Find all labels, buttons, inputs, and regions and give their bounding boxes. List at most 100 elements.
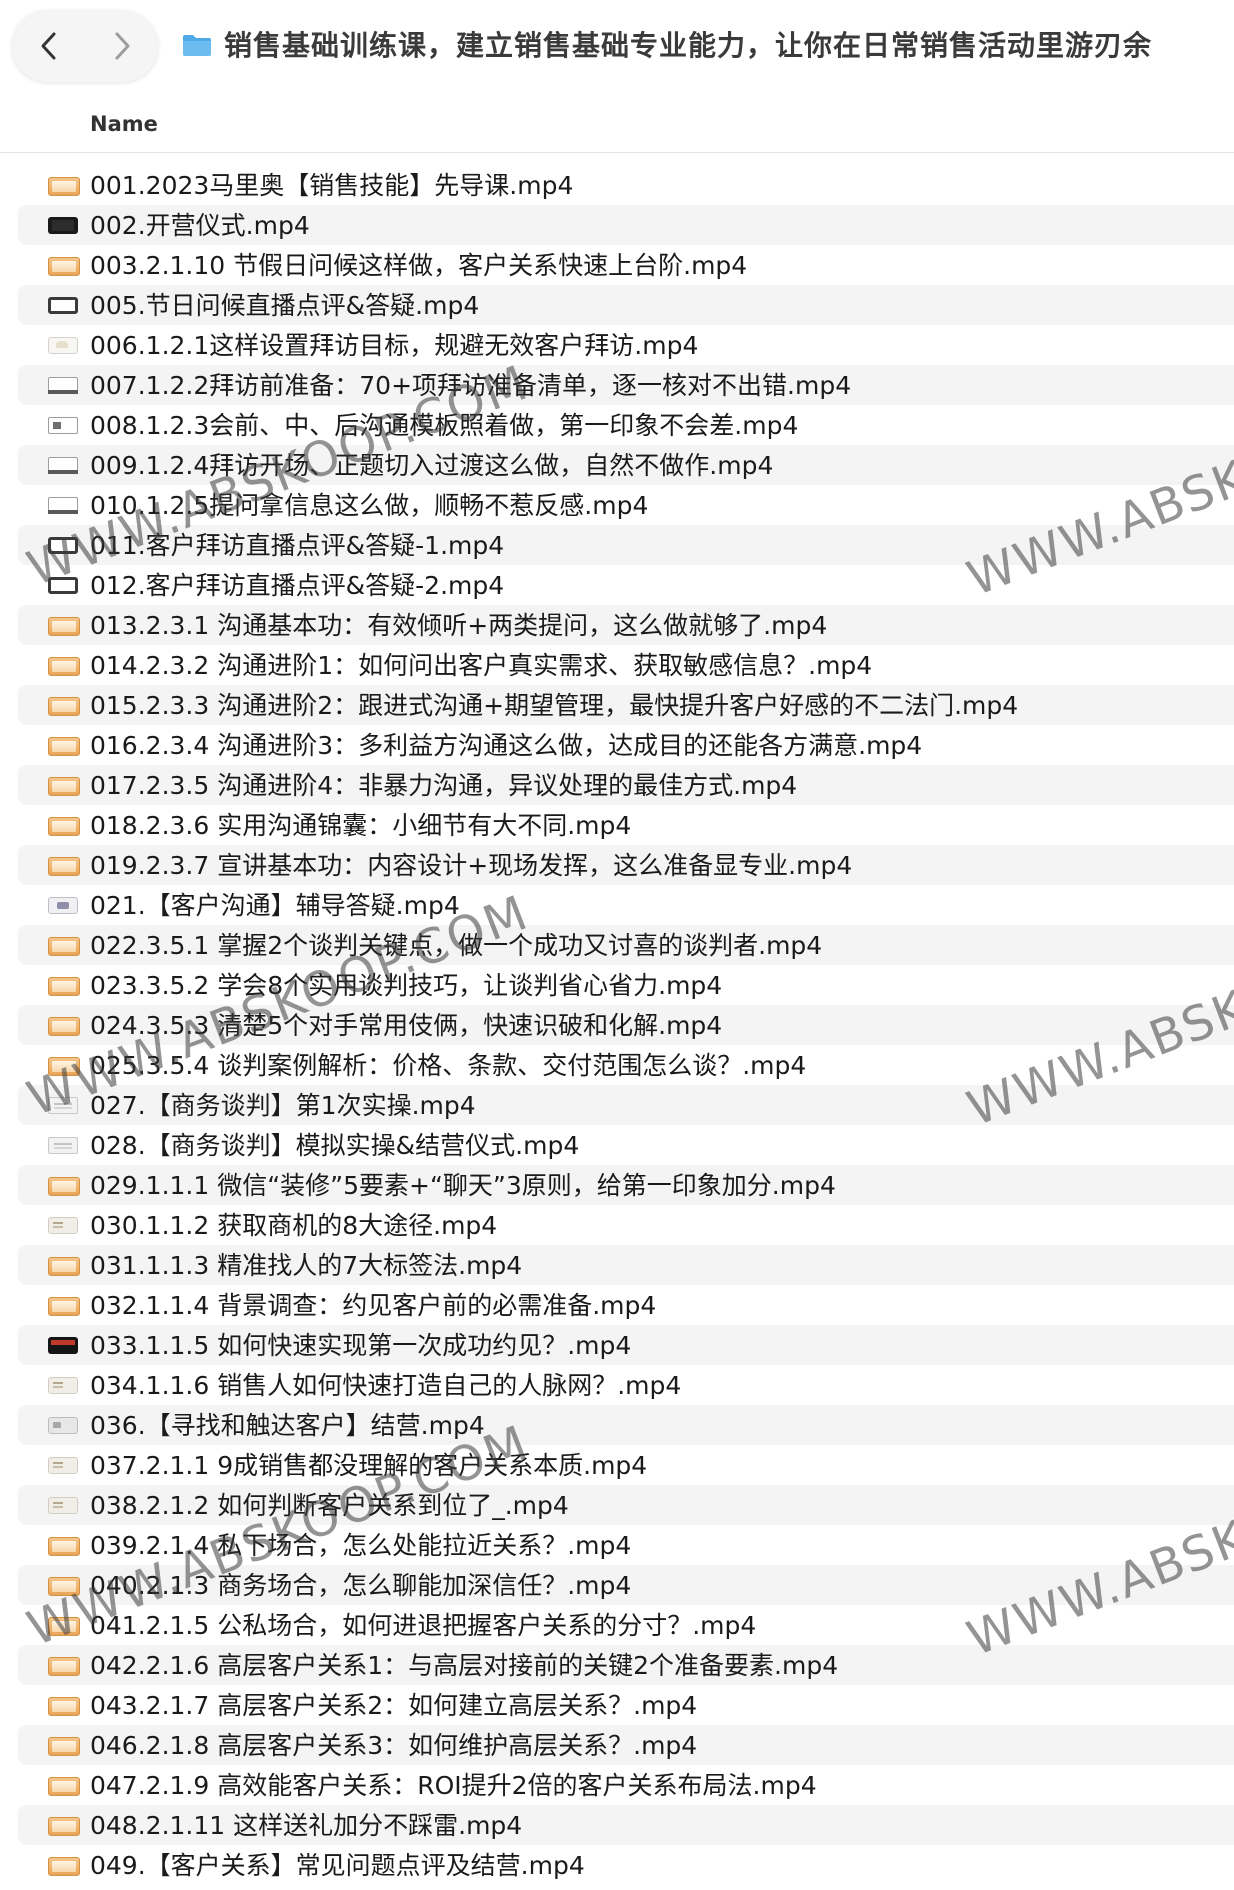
file-row[interactable]: 012.客户拜访直播点评&答疑-2.mp4 [18,565,1234,605]
file-row[interactable]: 027.【商务谈判】第1次实操.mp4 [18,1085,1234,1125]
file-name: 043.2.1.7 高层客户关系2：如何建立高层关系？.mp4 [90,1691,698,1720]
file-row[interactable]: 002.开营仪式.mp4 [18,205,1234,245]
framed-video-icon [48,577,78,594]
back-button[interactable] [12,10,85,82]
file-row[interactable]: 047.2.1.9 高效能客户关系：ROI提升2倍的客户关系布局法.mp4 [18,1765,1234,1805]
file-name: 037.2.1.1 9成销售都没理解的客户关系本质.mp4 [90,1451,648,1480]
file-row[interactable]: 009.1.2.4拜访开场、正题切入过渡这么做，自然不做作.mp4 [18,445,1234,485]
file-row[interactable]: 019.2.3.7 宣讲基本功：内容设计+现场发挥，这么准备显专业.mp4 [18,845,1234,885]
file-name: 005.节日问候直播点评&答疑.mp4 [90,291,480,320]
video-icon [48,937,80,956]
video-icon [48,1697,80,1716]
file-row[interactable]: 049.【客户关系】常见问题点评及结营.mp4 [18,1845,1234,1885]
file-row[interactable]: 043.2.1.7 高层客户关系2：如何建立高层关系？.mp4 [18,1685,1234,1725]
light-video-icon [48,1417,78,1434]
video-icon [48,257,80,276]
video-icon [48,1777,80,1796]
file-row[interactable]: 042.2.1.6 高层客户关系1：与高层对接前的关键2个准备要素.mp4 [18,1645,1234,1685]
video-icon [48,1617,80,1636]
pale-video-icon [48,1497,78,1514]
file-name: 031.1.1.3 精准找人的7大标签法.mp4 [90,1251,523,1280]
file-name: 008.1.2.3会前、中、后沟通模板照着做，第一印象不会差.mp4 [90,411,799,440]
file-name: 041.2.1.5 公私场合，如何进退把握客户关系的分寸？.mp4 [90,1611,757,1640]
file-row[interactable]: 034.1.1.6 销售人如何快速打造自己的人脉网？.mp4 [18,1365,1234,1405]
file-row[interactable]: 046.2.1.8 高层客户关系3：如何维护高层关系？.mp4 [18,1725,1234,1765]
file-row[interactable]: 017.2.3.5 沟通进阶4：非暴力沟通，异议处理的最佳方式.mp4 [18,765,1234,805]
file-row[interactable]: 024.3.5.3 清楚5个对手常用伎俩，快速识破和化解.mp4 [18,1005,1234,1045]
navigation-buttons [12,10,158,82]
file-row[interactable]: 014.2.3.2 沟通进阶1：如何问出客户真实需求、获取敏感信息？.mp4 [18,645,1234,685]
file-row[interactable]: 039.2.1.4 私下场合，怎么处能拉近关系？.mp4 [18,1525,1234,1565]
paper-video-icon [48,497,78,514]
file-row[interactable]: 040.2.1.3 商务场合，怎么聊能加深信任？.mp4 [18,1565,1234,1605]
file-row[interactable]: 018.2.3.6 实用沟通锦囊：小细节有大不同.mp4 [18,805,1234,845]
video-icon [48,737,80,756]
framed-video-icon [48,297,78,314]
video-icon [48,1297,80,1316]
file-name: 018.2.3.6 实用沟通锦囊：小细节有大不同.mp4 [90,811,632,840]
finder-window: 销售基础训练课，建立销售基础专业能力，让你在日常销售活动里游刃余 Name 00… [0,0,1234,1890]
file-row[interactable]: 021.【客户沟通】辅导答疑.mp4 [18,885,1234,925]
video-icon [48,777,80,796]
file-row[interactable]: 028.【商务谈判】模拟实操&结营仪式.mp4 [18,1125,1234,1165]
file-name: 048.2.1.11 这样送礼加分不踩雷.mp4 [90,1811,523,1840]
column-header-name[interactable]: Name [90,112,158,136]
file-name: 029.1.1.1 微信“装修”5要素+“聊天”3原则，给第一印象加分.mp4 [90,1171,836,1200]
file-name: 049.【客户关系】常见问题点评及结营.mp4 [90,1851,585,1880]
pale-video-icon [48,1217,78,1234]
file-row[interactable]: 037.2.1.1 9成销售都没理解的客户关系本质.mp4 [18,1445,1234,1485]
file-row[interactable]: 001.2023马里奥【销售技能】先导课.mp4 [18,165,1234,205]
window-title: 销售基础训练课，建立销售基础专业能力，让你在日常销售活动里游刃余 [224,29,1153,62]
file-row[interactable]: 006.1.2.1这样设置拜访目标，规避无效客户拜访.mp4 [18,325,1234,365]
file-row[interactable]: 023.3.5.2 学会8个实用谈判技巧，让谈判省心省力.mp4 [18,965,1234,1005]
file-row[interactable]: 041.2.1.5 公私场合，如何进退把握客户关系的分寸？.mp4 [18,1605,1234,1645]
paper-video-icon [48,457,78,474]
file-name: 017.2.3.5 沟通进阶4：非暴力沟通，异议处理的最佳方式.mp4 [90,771,798,800]
video-icon [48,1177,80,1196]
file-name: 024.3.5.3 清楚5个对手常用伎俩，快速识破和化解.mp4 [90,1011,723,1040]
file-row[interactable]: 036.【寻找和触达客户】结营.mp4 [18,1405,1234,1445]
file-row[interactable]: 016.2.3.4 沟通进阶3：多利益方沟通这么做，达成目的还能各方满意.mp4 [18,725,1234,765]
file-row[interactable]: 011.客户拜访直播点评&答疑-1.mp4 [18,525,1234,565]
file-row[interactable]: 048.2.1.11 这样送礼加分不踩雷.mp4 [18,1805,1234,1845]
column-header: Name [0,96,1234,153]
file-row[interactable]: 031.1.1.3 精准找人的7大标签法.mp4 [18,1245,1234,1285]
file-name: 025.3.5.4 谈判案例解析：价格、条款、交付范围怎么谈？.mp4 [90,1051,807,1080]
file-row[interactable]: 025.3.5.4 谈判案例解析：价格、条款、交付范围怎么谈？.mp4 [18,1045,1234,1085]
slide-video-icon [48,417,78,434]
video-icon [48,1257,80,1276]
file-row[interactable]: 013.2.3.1 沟通基本功：有效倾听+两类提问，这么做就够了.mp4 [18,605,1234,645]
file-row[interactable]: 038.2.1.2 如何判断客户关系到位了_.mp4 [18,1485,1234,1525]
doc-video-icon [48,1097,78,1114]
file-row[interactable]: 007.1.2.2拜访前准备：70+项拜访准备清单，逐一核对不出错.mp4 [18,365,1234,405]
file-row[interactable]: 022.3.5.1 掌握2个谈判关键点，做一个成功又讨喜的谈判者.mp4 [18,925,1234,965]
file-name: 006.1.2.1这样设置拜访目标，规避无效客户拜访.mp4 [90,331,699,360]
framed-video-icon [48,537,78,554]
video-icon [48,1737,80,1756]
file-list: 001.2023马里奥【销售技能】先导课.mp4 002.开营仪式.mp4 003.… [0,165,1234,1885]
file-row[interactable]: 008.1.2.3会前、中、后沟通模板照着做，第一印象不会差.mp4 [18,405,1234,445]
file-row[interactable]: 003.2.1.10 节假日问候这样做，客户关系快速上台阶.mp4 [18,245,1234,285]
file-row[interactable]: 029.1.1.1 微信“装修”5要素+“聊天”3原则，给第一印象加分.mp4 [18,1165,1234,1205]
file-name: 019.2.3.7 宣讲基本功：内容设计+现场发挥，这么准备显专业.mp4 [90,851,853,880]
file-name: 030.1.1.2 获取商机的8大途径.mp4 [90,1211,498,1240]
file-row[interactable]: 033.1.1.5 如何快速实现第一次成功约见？.mp4 [18,1325,1234,1365]
file-name: 010.1.2.5提问拿信息这么做，顺畅不惹反感.mp4 [90,491,649,520]
file-name: 047.2.1.9 高效能客户关系：ROI提升2倍的客户关系布局法.mp4 [90,1771,817,1800]
forward-button[interactable] [85,10,158,82]
file-name: 011.客户拜访直播点评&答疑-1.mp4 [90,531,505,560]
file-row[interactable]: 030.1.1.2 获取商机的8大途径.mp4 [18,1205,1234,1245]
file-name: 022.3.5.1 掌握2个谈判关键点，做一个成功又讨喜的谈判者.mp4 [90,931,823,960]
file-name: 014.2.3.2 沟通进阶1：如何问出客户真实需求、获取敏感信息？.mp4 [90,651,873,680]
screen-video-icon [48,1337,78,1354]
file-row[interactable]: 005.节日问候直播点评&答疑.mp4 [18,285,1234,325]
file-name: 040.2.1.3 商务场合，怎么聊能加深信任？.mp4 [90,1571,632,1600]
video-icon [48,697,80,716]
file-row[interactable]: 010.1.2.5提问拿信息这么做，顺畅不惹反感.mp4 [18,485,1234,525]
file-name: 009.1.2.4拜访开场、正题切入过渡这么做，自然不做作.mp4 [90,451,774,480]
file-row[interactable]: 032.1.1.4 背景调查：约见客户前的必需准备.mp4 [18,1285,1234,1325]
file-name: 015.2.3.3 沟通进阶2：跟进式沟通+期望管理，最快提升客户好感的不二法门… [90,691,1019,720]
video-icon [48,177,80,196]
file-name: 003.2.1.10 节假日问候这样做，客户关系快速上台阶.mp4 [90,251,748,280]
file-row[interactable]: 015.2.3.3 沟通进阶2：跟进式沟通+期望管理，最快提升客户好感的不二法门… [18,685,1234,725]
